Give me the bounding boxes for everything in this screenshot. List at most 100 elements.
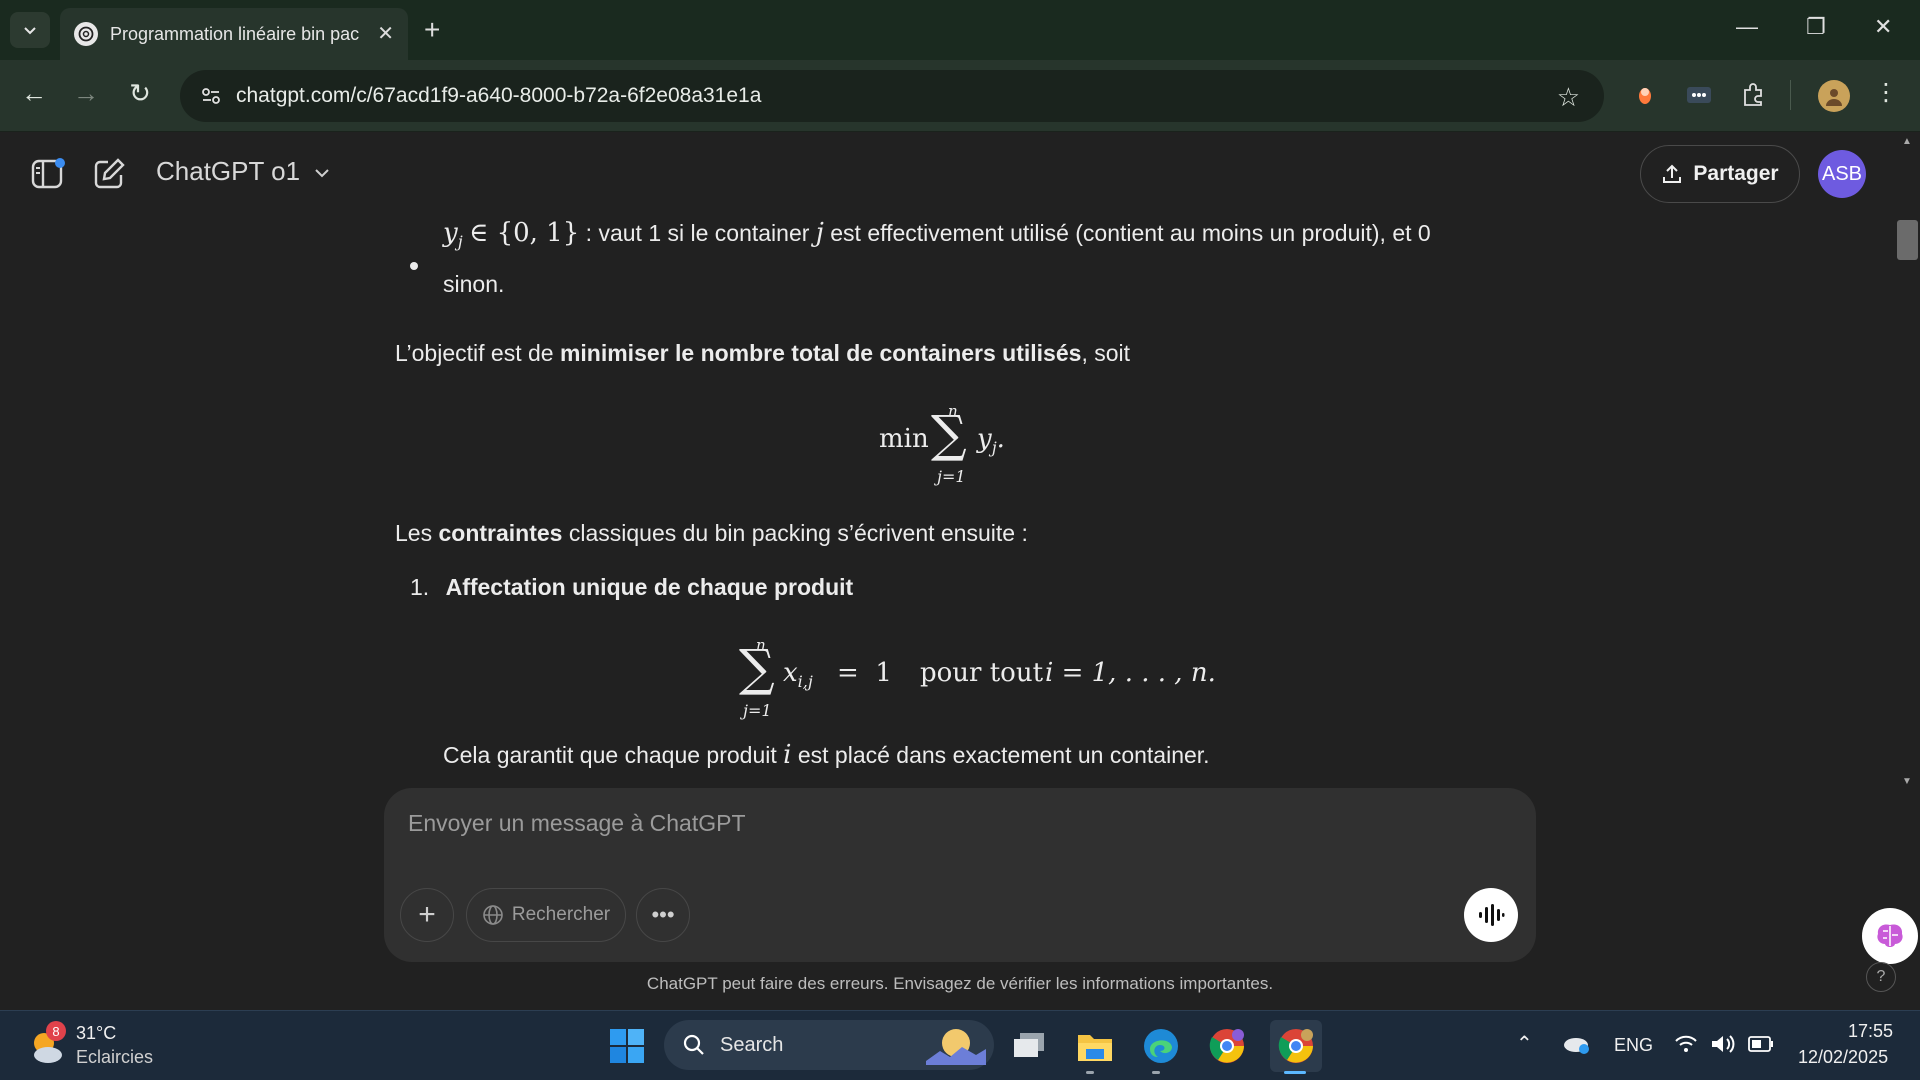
active-indicator [1284,1071,1306,1074]
page-scrollbar[interactable]: ▲ ▼ [1896,132,1920,1010]
browser-tab[interactable]: Programmation linéaire bin pac ✕ [60,8,408,60]
new-chat-icon[interactable] [92,157,126,191]
new-tab-icon[interactable]: + [424,14,440,46]
bookmark-star-icon[interactable]: ☆ [1557,82,1580,113]
guarantee-paragraph: Cela garantit que chaque produit i est p… [443,738,1210,772]
scroll-down-icon[interactable]: ▼ [1902,776,1912,787]
globe-icon [483,905,503,925]
weather-desc: Eclaircies [76,1047,154,1067]
plus-icon: + [418,898,436,931]
more-options-button[interactable]: ••• [636,888,690,942]
scroll-up-icon[interactable]: ▲ [1902,136,1912,147]
bullet-dot [410,262,418,270]
scrollbar-thumb[interactable] [1897,220,1918,260]
edge-browser-icon[interactable] [1138,1023,1184,1069]
start-windows-icon[interactable] [604,1023,650,1069]
voice-waveform-icon [1479,904,1505,926]
guarantee-prefix: Cela garantit que chaque produit [443,742,784,768]
math-xij: xi,j [783,658,813,692]
constraints-prefix: Les [395,520,439,546]
bullet-text: : vaut 1 si le container [579,220,816,246]
language-indicator[interactable]: ENG [1614,1035,1653,1056]
tab-search-button[interactable] [10,12,50,48]
restore-icon[interactable]: ❐ [1806,14,1826,40]
message-input[interactable]: Envoyer un message à ChatGPT [408,810,746,837]
model-name: ChatGPT o1 [156,156,301,186]
share-button[interactable]: Partager [1640,145,1800,203]
clock-time[interactable]: 17:55 [1848,1021,1893,1042]
bullet-text-end: sinon. [443,271,505,298]
ellipsis-icon: ••• [651,902,675,927]
window-close-icon[interactable]: ✕ [1874,14,1892,40]
taskbar-search[interactable]: Search [664,1020,994,1070]
reload-icon[interactable]: ↻ [122,78,158,109]
chat-header: ChatGPT o1 Partager ASB [0,132,1900,216]
math-sigma: ∑ [931,405,967,463]
guarantee-suffix: est placé dans exactement un container. [791,742,1210,768]
search-button[interactable]: Rechercher [466,888,626,942]
taskbar-search-label: Search [720,1033,784,1056]
voice-mode-button[interactable] [1464,888,1518,942]
forward-arrow-icon[interactable]: → [68,78,104,109]
help-icon[interactable]: ? [1866,962,1896,992]
objective-formula: min n ∑ j=1 yj. [879,394,1039,486]
onedrive-icon[interactable] [1562,1033,1590,1060]
user-avatar[interactable]: ASB [1818,150,1866,198]
constraints-paragraph: Les contraintes classiques du bin packin… [395,516,1028,550]
address-bar[interactable]: chatgpt.com/c/67acd1f9-a640-8000-b72a-6f… [180,70,1604,122]
clock-date[interactable]: 12/02/2025 [1798,1047,1888,1068]
windows-taskbar: 8 31°C Eclaircies Search ⌃ ENG 17:55 12/… [0,1010,1920,1080]
math-equals-one: = 1 [837,658,892,688]
browser-menu-icon[interactable]: ⋮ [1868,78,1904,107]
attach-button[interactable]: + [400,888,454,942]
constraints-suffix: classiques du bin packing s’écrivent ens… [562,520,1028,546]
math-sum-lower: j=1 [743,701,772,720]
math-sigma: ∑ [739,639,775,697]
list-item-number: 1. [410,574,430,600]
task-view-icon[interactable] [1006,1023,1052,1069]
moon-landscape-icon [926,1029,986,1065]
chrome-profile-icon[interactable] [1204,1023,1250,1069]
back-arrow-icon[interactable]: ← [16,78,52,109]
toolbar-divider [1790,80,1791,110]
minimize-icon[interactable]: — [1736,14,1758,40]
math-in-set: ∈ {0, 1} [469,218,580,248]
math-j: j [815,218,824,248]
weather-icon[interactable]: 8 [26,1021,66,1067]
message-composer[interactable]: Envoyer un message à ChatGPT + Recherche… [384,788,1536,962]
tab-close-icon[interactable]: ✕ [377,21,394,46]
sidebar-toggle-icon[interactable] [30,156,66,192]
browser-toolbar: ← → ↻ chatgpt.com/c/67acd1f9-a640-8000-b… [0,60,1920,132]
browser-titlebar: Programmation linéaire bin pac ✕ + — ❐ ✕ [0,0,1920,60]
url-text: chatgpt.com/c/67acd1f9-a640-8000-b72a-6f… [236,84,762,107]
constraint-formula: n ∑ j=1 xi,j = 1 pour tout i = 1, . . . … [735,628,1235,720]
chevron-down-icon [24,27,36,35]
site-settings-icon[interactable] [200,85,222,107]
objective-prefix: L’objectif est de [395,340,560,366]
extension-orange-icon[interactable] [1630,80,1660,110]
math-yj-term: yj. [977,424,1005,458]
math-yj: yj [443,218,463,252]
profile-avatar[interactable] [1818,80,1850,112]
disclaimer-text: ChatGPT peut faire des erreurs. Envisage… [646,974,1274,993]
weather-temp: 31°C [76,1023,117,1043]
constraints-bold: contraintes [438,520,563,546]
volume-icon[interactable] [1710,1033,1736,1060]
file-explorer-icon[interactable] [1072,1023,1118,1069]
chrome-active-icon[interactable] [1270,1020,1322,1072]
math-range: i = 1, . . . , n. [1045,658,1216,688]
chatgpt-favicon-icon [74,22,98,46]
objective-bold: minimiser le nombre total de containers … [559,340,1082,366]
wifi-icon[interactable] [1674,1033,1698,1060]
model-selector[interactable]: ChatGPT o1 [156,156,331,187]
running-indicator [1152,1071,1160,1074]
brain-extension-icon[interactable] [1862,908,1918,964]
search-label: Rechercher [511,904,611,925]
math-sum-lower: j=1 [937,467,966,486]
tray-chevron-up-icon[interactable]: ⌃ [1516,1031,1533,1056]
extensions-puzzle-icon[interactable] [1738,80,1768,110]
objective-suffix: , soit [1081,340,1131,366]
bullet-paragraph: yj ∈ {0, 1} : vaut 1 si le container j e… [443,216,1513,301]
battery-icon[interactable] [1748,1035,1774,1058]
extension-dots-icon[interactable] [1684,80,1714,110]
